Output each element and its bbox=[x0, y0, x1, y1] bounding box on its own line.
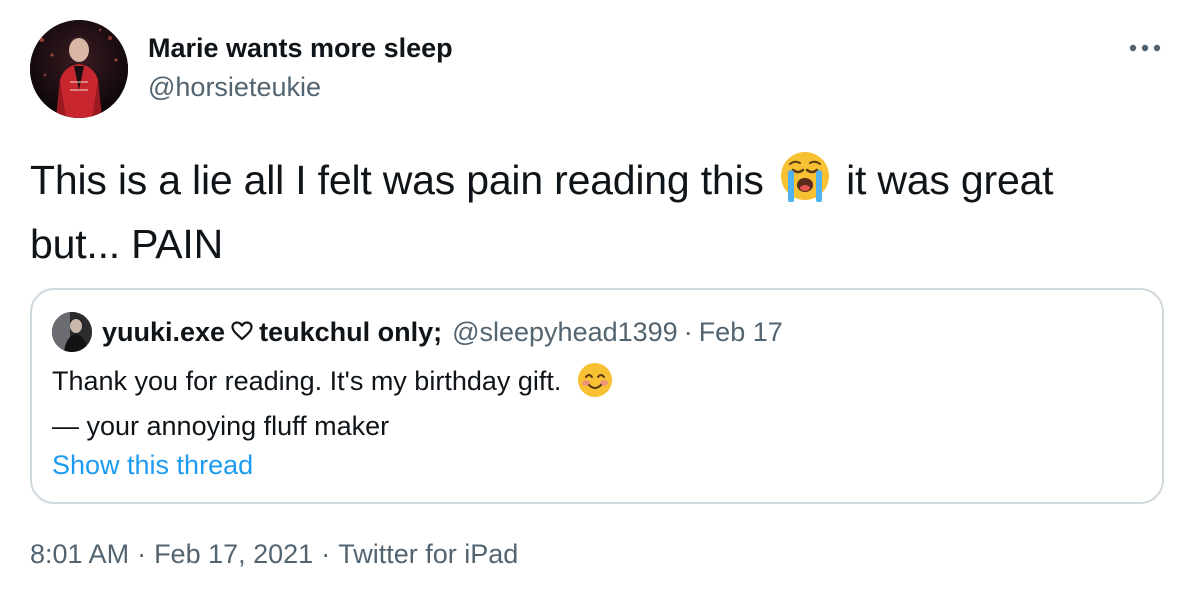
quoted-tweet-card[interactable]: yuuki.exe teukchul only; @sleepyhead1399… bbox=[30, 288, 1164, 504]
quoted-author-handle[interactable]: @sleepyhead1399 bbox=[452, 317, 678, 348]
more-horizontal-icon bbox=[1128, 43, 1162, 53]
author-handle[interactable]: @horsieteukie bbox=[148, 72, 321, 103]
smiling-face-emoji-icon bbox=[577, 362, 613, 408]
quoted-author-name-part-2[interactable]: teukchul only; bbox=[259, 317, 442, 348]
tweet-footer: 8:01 AM · Feb 17, 2021 · Twitter for iPad bbox=[30, 539, 518, 570]
quoted-meta-separator: · bbox=[683, 317, 693, 347]
quoted-author-avatar[interactable] bbox=[52, 312, 92, 352]
tweet-text-after-emoji: it was great bbox=[846, 157, 1054, 203]
quoted-tweet-date[interactable]: Feb 17 bbox=[699, 317, 783, 348]
quoted-tweet-text: Thank you for reading. It's my birthday … bbox=[52, 362, 617, 445]
footer-separator-2: · bbox=[321, 539, 331, 569]
tweet-source-link[interactable]: Twitter for iPad bbox=[338, 539, 518, 569]
tweet-text-line-1: This is a lie all I felt was pain readin… bbox=[30, 150, 1160, 216]
quoted-tweet-header: yuuki.exe teukchul only; @sleepyhead1399… bbox=[102, 317, 783, 348]
quoted-author-name-part-1[interactable]: yuuki.exe bbox=[102, 317, 225, 348]
tweet-text-line-2: but... PAIN bbox=[30, 221, 224, 267]
show-thread-link[interactable]: Show this thread bbox=[52, 450, 253, 481]
quoted-tweet-text-line-1-content: Thank you for reading. It's my birthday … bbox=[52, 366, 562, 396]
author-avatar[interactable] bbox=[30, 20, 128, 118]
tweet-time[interactable]: 8:01 AM bbox=[30, 539, 129, 569]
quoted-tweet-text-line-1: Thank you for reading. It's my birthday … bbox=[52, 362, 617, 408]
author-name[interactable]: Marie wants more sleep bbox=[148, 33, 453, 64]
more-options-button[interactable] bbox=[1122, 28, 1168, 68]
tweet-date[interactable]: Feb 17, 2021 bbox=[154, 539, 313, 569]
tweet-text: This is a lie all I felt was pain readin… bbox=[30, 150, 1160, 272]
loudly-crying-face-emoji-icon bbox=[779, 150, 831, 216]
footer-separator-1: · bbox=[137, 539, 147, 569]
heart-outline-icon bbox=[231, 317, 253, 348]
tweet: Marie wants more sleep @horsieteukie Thi… bbox=[0, 0, 1182, 590]
tweet-text-before-emoji: This is a lie all I felt was pain readin… bbox=[30, 157, 764, 203]
quoted-tweet-text-line-2: — your annoying fluff maker bbox=[52, 411, 390, 441]
